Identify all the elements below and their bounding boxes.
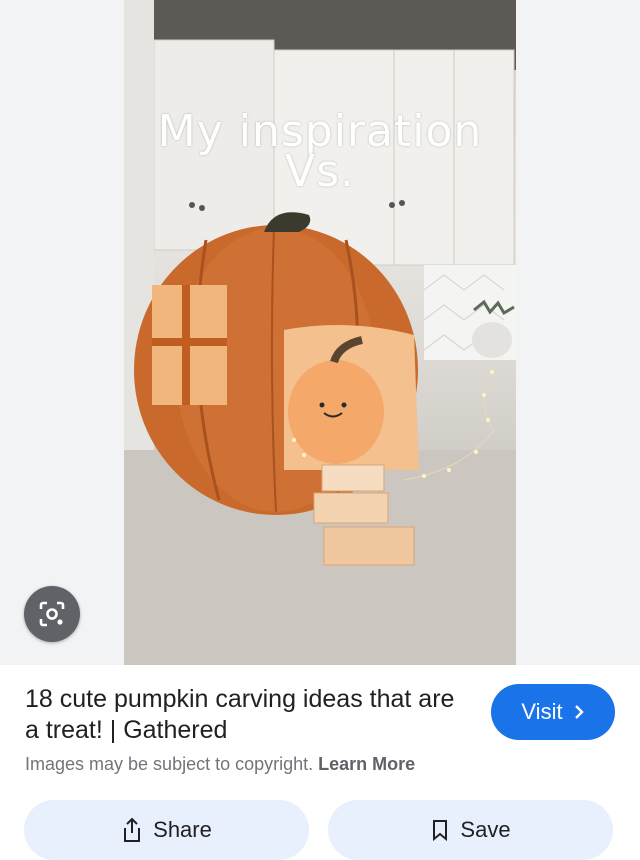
share-icon	[124, 817, 141, 842]
lens-search-icon	[39, 601, 65, 627]
learn-more-link[interactable]: Learn More	[318, 754, 415, 774]
copyright-text: Images may be subject to copyright.	[25, 754, 314, 774]
visit-label: Visit	[521, 699, 563, 724]
chevron-right-icon	[574, 705, 584, 719]
share-button[interactable]: Share	[24, 800, 309, 860]
copyright-notice: Images may be subject to copyright. Lear…	[25, 754, 415, 775]
result-title[interactable]: 18 cute pumpkin carving ideas that are a…	[25, 684, 455, 746]
image-preview-area: My inspiration Vs.	[0, 0, 640, 665]
overlay-text-line2: Vs.	[284, 146, 355, 197]
bookmark-icon	[433, 820, 448, 842]
pumpkin-photo	[124, 0, 516, 665]
share-label: Share	[153, 817, 212, 842]
preview-image[interactable]: My inspiration Vs.	[124, 0, 516, 665]
lens-search-button[interactable]	[24, 586, 80, 642]
save-button[interactable]: Save	[328, 800, 613, 860]
save-label: Save	[460, 817, 511, 842]
visit-button[interactable]: Visit	[491, 684, 615, 740]
